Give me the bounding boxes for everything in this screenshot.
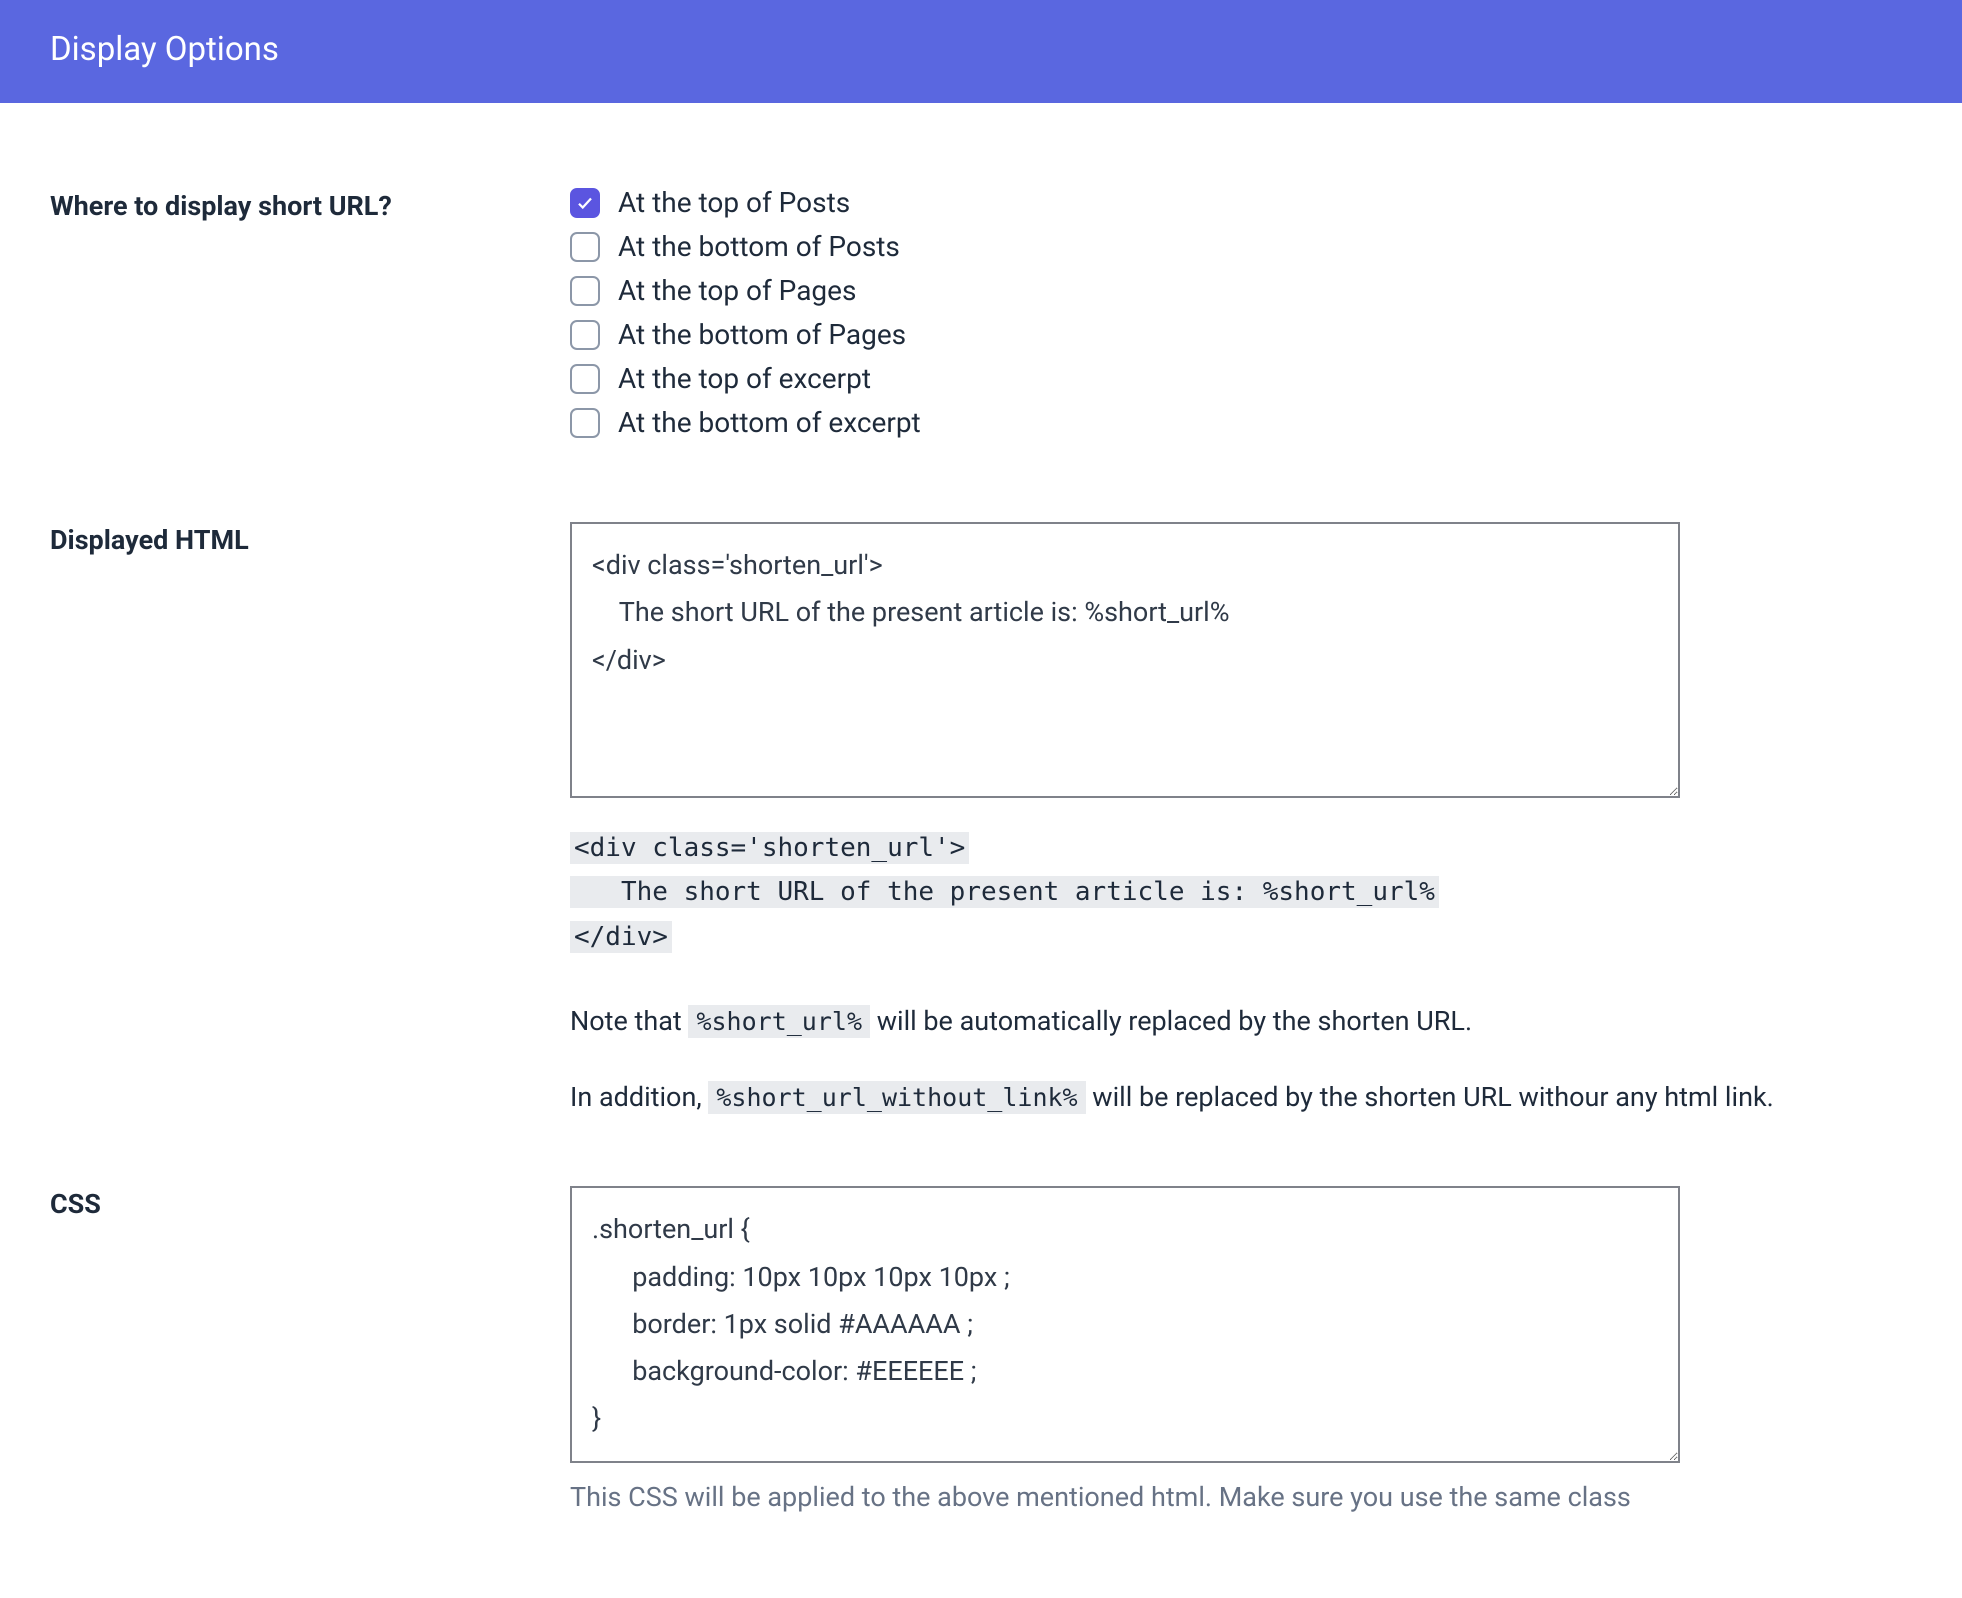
checkbox-label-1: At the bottom of Posts xyxy=(618,233,900,261)
checkbox-row-4: At the top of excerpt xyxy=(570,364,1912,394)
note-short-url: Note that %short_url% will be automatica… xyxy=(570,1003,1912,1041)
css-textarea[interactable] xyxy=(570,1186,1680,1462)
label-where: Where to display short URL? xyxy=(50,188,570,222)
note1-post: will be automatically replaced by the sh… xyxy=(870,1005,1472,1037)
checkbox-label-0: At the top of Posts xyxy=(618,189,850,217)
checkbox-label-5: At the bottom of excerpt xyxy=(618,409,921,437)
css-helper-text: This CSS will be applied to the above me… xyxy=(570,1481,1912,1513)
row-where: Where to display short URL? At the top o… xyxy=(50,188,1912,452)
checkbox-label-4: At the top of excerpt xyxy=(618,365,871,393)
banner: Display Options xyxy=(0,0,1962,103)
field-css: This CSS will be applied to the above me… xyxy=(570,1186,1912,1512)
displayed-html-textarea[interactable] xyxy=(570,522,1680,798)
row-displayed-html: Displayed HTML <div class='shorten_url'>… xyxy=(50,522,1912,1116)
checkbox-4[interactable] xyxy=(570,364,600,394)
field-where: At the top of Posts At the bottom of Post… xyxy=(570,188,1912,452)
note1-pre: Note that xyxy=(570,1005,688,1037)
banner-title: Display Options xyxy=(50,30,279,69)
checkbox-row-2: At the top of Pages xyxy=(570,276,1912,306)
label-css: CSS xyxy=(50,1186,570,1220)
html-code-sample: <div class='shorten_url'> The short URL … xyxy=(570,826,1912,959)
checkbox-2[interactable] xyxy=(570,276,600,306)
field-displayed-html: <div class='shorten_url'> The short URL … xyxy=(570,522,1912,1116)
checkbox-row-3: At the bottom of Pages xyxy=(570,320,1912,350)
checkbox-label-2: At the top of Pages xyxy=(618,277,856,305)
checkbox-0[interactable] xyxy=(570,188,600,218)
checkbox-5[interactable] xyxy=(570,408,600,438)
inline-code-short-url: %short_url% xyxy=(688,1005,870,1038)
inline-code-short-url-without-link: %short_url_without_link% xyxy=(708,1081,1085,1114)
label-displayed-html: Displayed HTML xyxy=(50,522,570,556)
checkbox-3[interactable] xyxy=(570,320,600,350)
checkbox-label-3: At the bottom of Pages xyxy=(618,321,906,349)
note2-post: will be replaced by the shorten URL with… xyxy=(1086,1081,1774,1113)
checkbox-row-1: At the bottom of Posts xyxy=(570,232,1912,262)
checkbox-1[interactable] xyxy=(570,232,600,262)
checkbox-row-0: At the top of Posts xyxy=(570,188,1912,218)
note-short-url-without-link: In addition, %short_url_without_link% wi… xyxy=(570,1079,1912,1117)
settings-content: Where to display short URL? At the top o… xyxy=(0,103,1962,1553)
row-css: CSS This CSS will be applied to the abov… xyxy=(50,1186,1912,1512)
note2-pre: In addition, xyxy=(570,1081,708,1113)
check-icon xyxy=(576,194,594,212)
checkbox-row-5: At the bottom of excerpt xyxy=(570,408,1912,438)
